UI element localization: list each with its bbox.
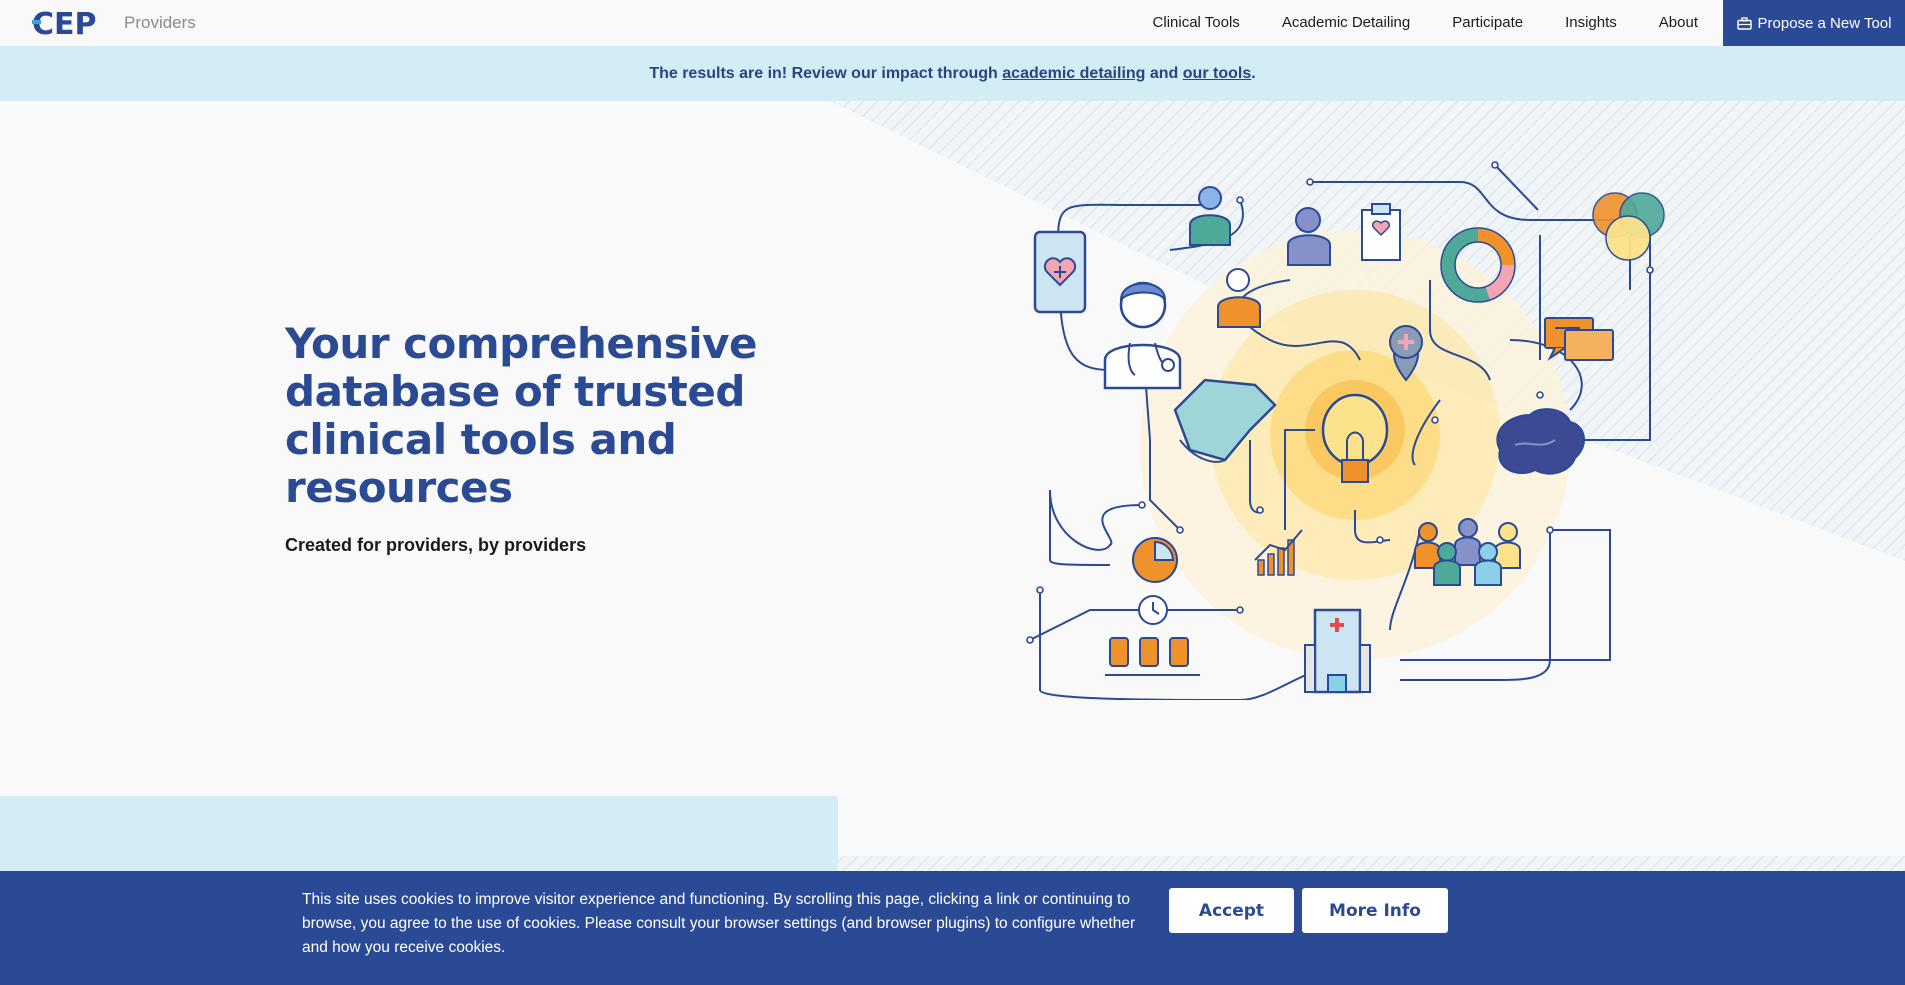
- nav-academic-detailing[interactable]: Academic Detailing: [1261, 0, 1431, 46]
- svg-text:CEP: CEP: [32, 7, 97, 39]
- hero-subtitle: Created for providers, by providers: [285, 535, 587, 555]
- content-card-top: [0, 796, 838, 871]
- top-nav: CEP Providers Clinical Tools Academic De…: [0, 0, 1905, 46]
- main-menu: Clinical Tools Academic Detailing Partic…: [1132, 0, 1719, 46]
- banner-text-suffix: .: [1251, 65, 1256, 82]
- propose-tool-button[interactable]: Propose a New Tool: [1723, 0, 1905, 46]
- hero-title: Your comprehensive database of trusted c…: [285, 319, 757, 512]
- nav-insights[interactable]: Insights: [1544, 0, 1638, 46]
- toolbox-icon: [1736, 16, 1752, 30]
- hero-illustration: [1026, 161, 1665, 700]
- cookie-consent-bar: This site uses cookies to improve visito…: [0, 871, 1905, 985]
- cookie-accept-button[interactable]: Accept: [1169, 888, 1294, 933]
- cep-logo[interactable]: CEP: [32, 7, 102, 39]
- nav-participate[interactable]: Participate: [1431, 0, 1544, 46]
- announcement-banner: The results are in! Review our impact th…: [0, 46, 1905, 101]
- banner-text-prefix: The results are in! Review our impact th…: [649, 65, 1003, 82]
- site-name[interactable]: Providers: [124, 13, 196, 33]
- academic-detailing-link[interactable]: academic detailing: [1002, 65, 1145, 82]
- our-tools-link[interactable]: our tools: [1183, 65, 1251, 82]
- cookie-more-info-button[interactable]: More Info: [1302, 888, 1448, 933]
- cookie-message: This site uses cookies to improve visito…: [302, 891, 1136, 956]
- propose-tool-label: Propose a New Tool: [1757, 14, 1892, 32]
- nav-clinical-tools[interactable]: Clinical Tools: [1132, 0, 1261, 46]
- banner-text-middle: and: [1145, 65, 1183, 82]
- nav-about[interactable]: About: [1638, 0, 1719, 46]
